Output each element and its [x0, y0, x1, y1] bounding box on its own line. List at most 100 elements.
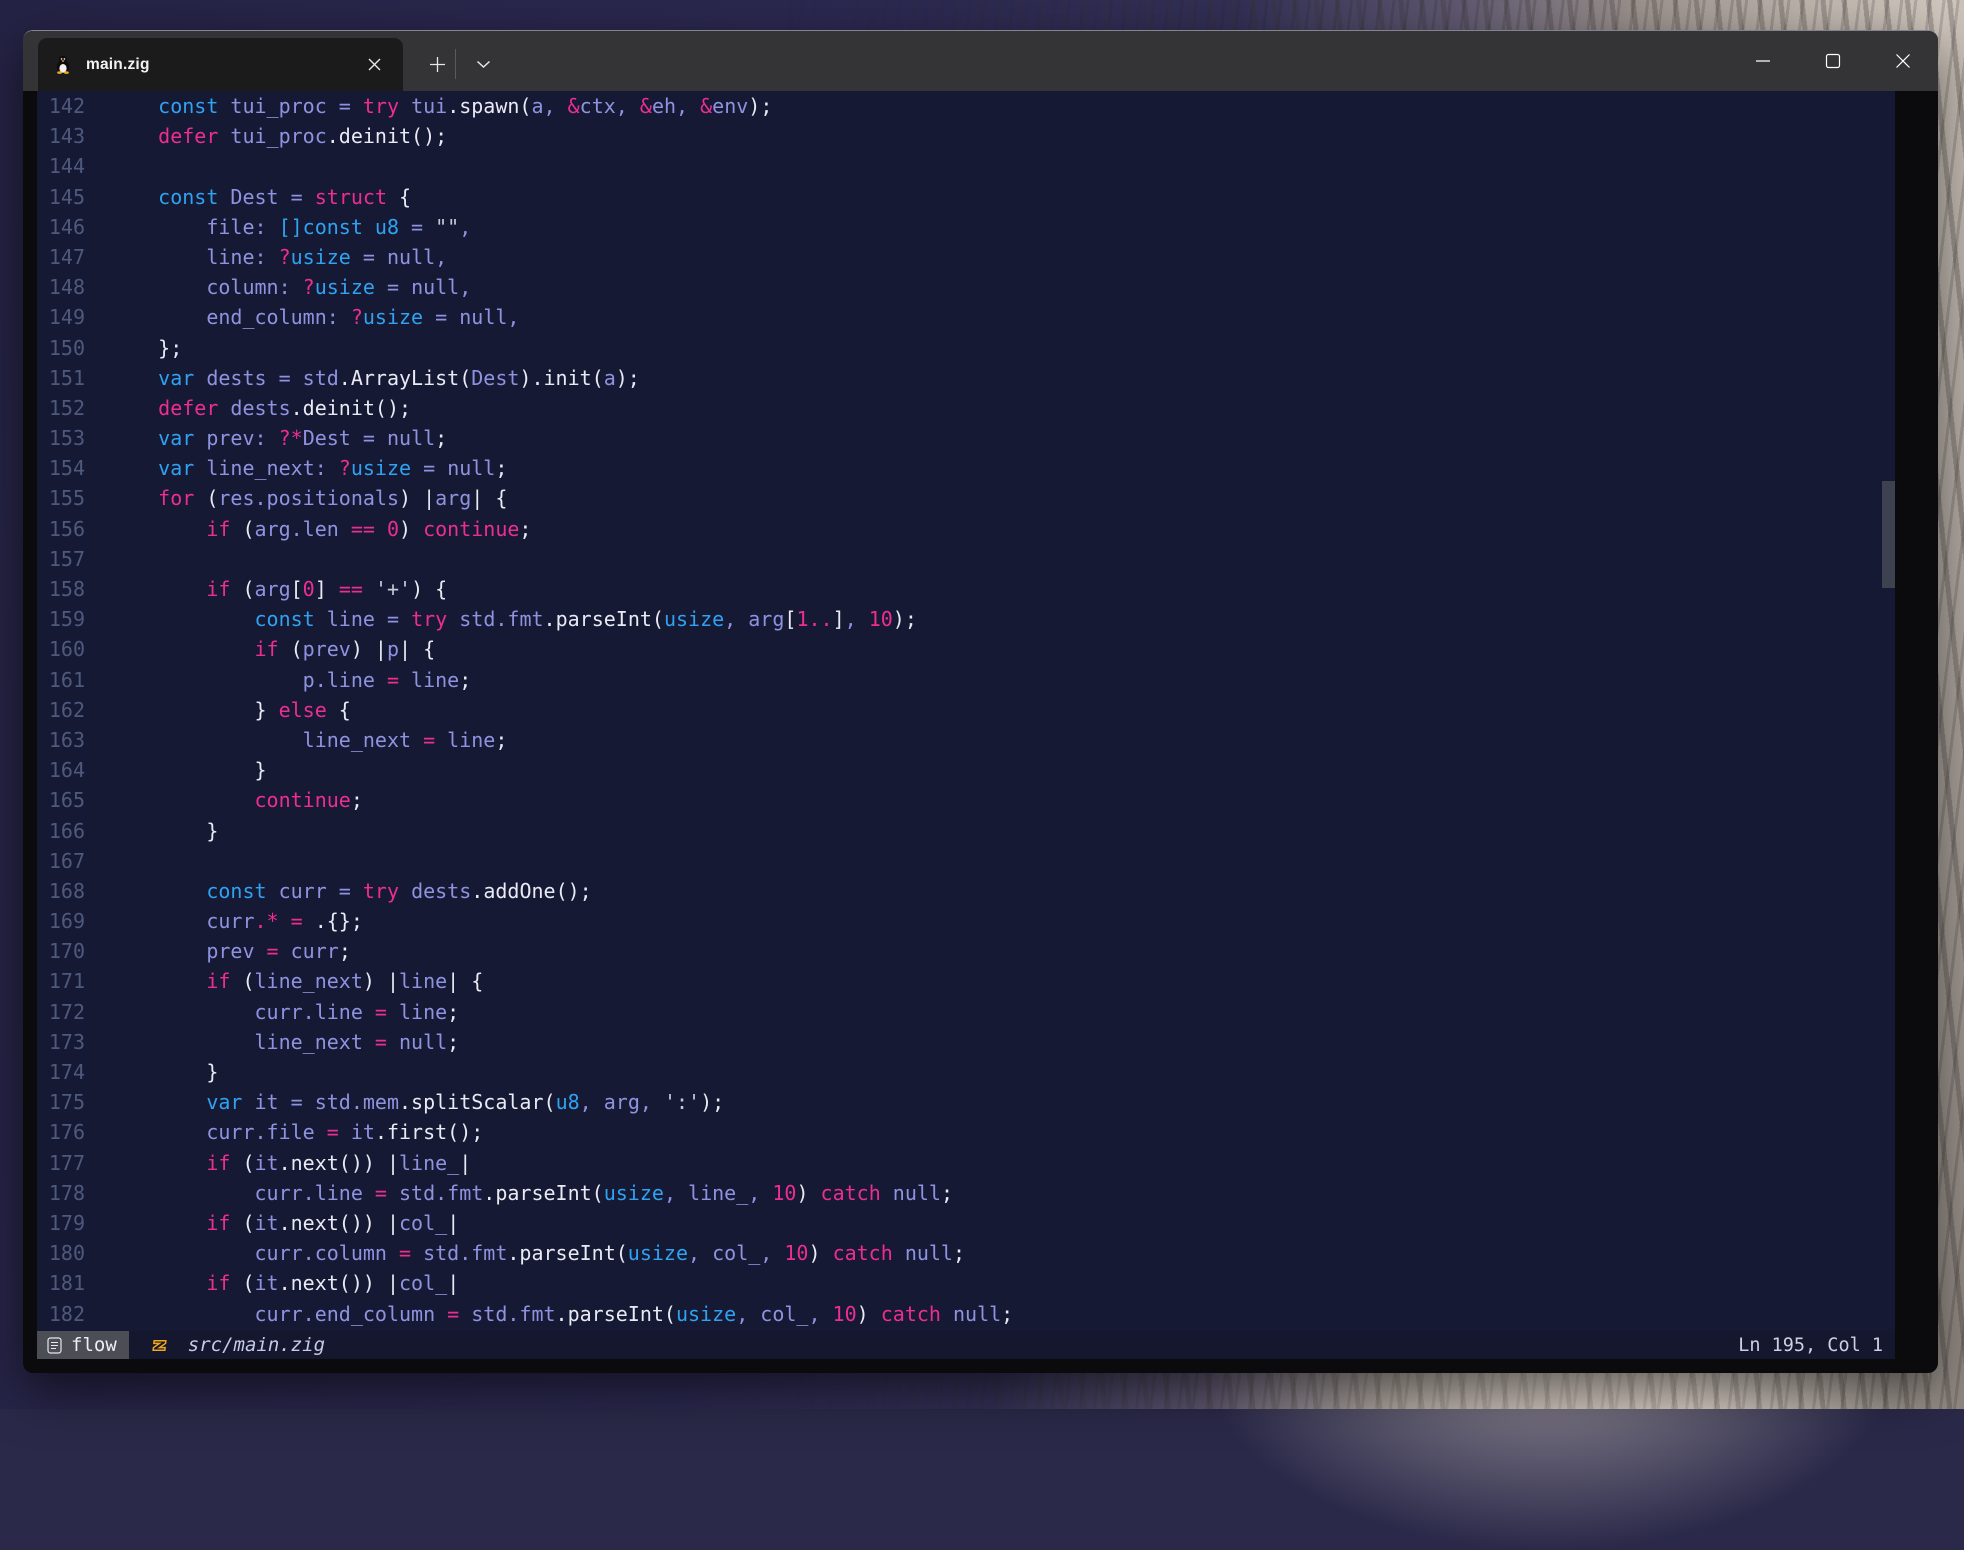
code-text: if (line_next) |line| { — [85, 966, 483, 996]
line-number: 155 — [37, 483, 85, 513]
line-number: 163 — [37, 725, 85, 755]
code-line[interactable]: 161 p.line = line; — [37, 665, 1895, 695]
code-text: if (arg[0] == '+') { — [85, 574, 447, 604]
code-line[interactable]: 181 if (it.next()) |col_| — [37, 1268, 1895, 1298]
code-line[interactable]: 162 } else { — [37, 695, 1895, 725]
line-number: 147 — [37, 242, 85, 272]
code-line[interactable]: 143 defer tui_proc.deinit(); — [37, 121, 1895, 151]
code-line[interactable]: 155 for (res.positionals) |arg| { — [37, 483, 1895, 513]
code-line[interactable]: 160 if (prev) |p| { — [37, 634, 1895, 664]
code-line[interactable]: 156 if (arg.len == 0) continue; — [37, 514, 1895, 544]
code-line[interactable]: 173 line_next = null; — [37, 1027, 1895, 1057]
code-line[interactable]: 177 if (it.next()) |line_| — [37, 1148, 1895, 1178]
line-number: 142 — [37, 91, 85, 121]
tabbar-separator — [455, 49, 456, 79]
code-line[interactable]: 165 continue; — [37, 785, 1895, 815]
code-text: } — [85, 816, 218, 846]
code-line[interactable]: 147 line: ?usize = null, — [37, 242, 1895, 272]
cursor-position: Ln 195, Col 1 — [1738, 1335, 1895, 1356]
code-line[interactable]: 146 file: []const u8 = "", — [37, 212, 1895, 242]
line-number: 174 — [37, 1057, 85, 1087]
minimize-button[interactable] — [1728, 31, 1798, 91]
code-text: file: []const u8 = "", — [85, 212, 471, 242]
code-line[interactable]: 164 } — [37, 755, 1895, 785]
tux-linux-icon — [55, 55, 71, 74]
code-line[interactable]: 168 const curr = try dests.addOne(); — [37, 876, 1895, 906]
titlebar[interactable]: main.zig — [23, 31, 1938, 91]
code-line[interactable]: 166 } — [37, 816, 1895, 846]
line-number: 149 — [37, 302, 85, 332]
code-line[interactable]: 154 var line_next: ?usize = null; — [37, 453, 1895, 483]
line-number: 168 — [37, 876, 85, 906]
line-number: 144 — [37, 151, 85, 181]
code-line[interactable]: 167 — [37, 846, 1895, 876]
tab-close-button[interactable] — [359, 50, 389, 80]
line-number: 162 — [37, 695, 85, 725]
line-number: 175 — [37, 1087, 85, 1117]
flow-mode-chip[interactable]: flow — [37, 1331, 129, 1359]
code-text: if (it.next()) |col_| — [85, 1268, 459, 1298]
code-line[interactable]: 179 if (it.next()) |col_| — [37, 1208, 1895, 1238]
code-line[interactable]: 153 var prev: ?*Dest = null; — [37, 423, 1895, 453]
code-line[interactable]: 170 prev = curr; — [37, 936, 1895, 966]
tab-title: main.zig — [86, 56, 150, 74]
code-line[interactable]: 145 const Dest = struct { — [37, 182, 1895, 212]
code-line[interactable]: 142 const tui_proc = try tui.spawn(a, &c… — [37, 91, 1895, 121]
code-line[interactable]: 148 column: ?usize = null, — [37, 272, 1895, 302]
close-window-icon — [1895, 53, 1911, 69]
line-number: 143 — [37, 121, 85, 151]
mode-label: flow — [71, 1334, 117, 1356]
code-line[interactable]: 172 curr.line = line; — [37, 997, 1895, 1027]
code-line[interactable]: 175 var it = std.mem.splitScalar(u8, arg… — [37, 1087, 1895, 1117]
code-line[interactable]: 144 — [37, 151, 1895, 181]
window-controls — [1728, 31, 1938, 91]
code-line[interactable]: 150 }; — [37, 333, 1895, 363]
code-text: }; — [85, 333, 182, 363]
close-icon — [367, 57, 382, 72]
code-line[interactable]: 151 var dests = std.ArrayList(Dest).init… — [37, 363, 1895, 393]
scrollbar-thumb[interactable] — [1882, 481, 1895, 588]
close-window-button[interactable] — [1868, 31, 1938, 91]
file-path[interactable]: src/main.zig — [188, 1334, 325, 1356]
code-line[interactable]: 171 if (line_next) |line| { — [37, 966, 1895, 996]
code-line[interactable]: 158 if (arg[0] == '+') { — [37, 574, 1895, 604]
code-text: curr.line = line; — [85, 997, 459, 1027]
code-line[interactable]: 180 curr.column = std.fmt.parseInt(usize… — [37, 1238, 1895, 1268]
code-line[interactable]: 149 end_column: ?usize = null, — [37, 302, 1895, 332]
line-number: 176 — [37, 1117, 85, 1147]
line-number: 159 — [37, 604, 85, 634]
code-line[interactable]: 182 curr.end_column = std.fmt.parseInt(u… — [37, 1299, 1895, 1329]
line-number: 146 — [37, 212, 85, 242]
line-number: 173 — [37, 1027, 85, 1057]
plus-icon — [429, 56, 446, 73]
code-line[interactable]: 169 curr.* = .{}; — [37, 906, 1895, 936]
minimize-icon — [1755, 53, 1771, 69]
code-text: defer dests.deinit(); — [85, 393, 411, 423]
code-line[interactable]: 163 line_next = line; — [37, 725, 1895, 755]
new-tab-button[interactable] — [413, 44, 461, 84]
line-number: 165 — [37, 785, 85, 815]
code-line[interactable]: 159 const line = try std.fmt.parseInt(us… — [37, 604, 1895, 634]
line-number: 145 — [37, 182, 85, 212]
line-number: 151 — [37, 363, 85, 393]
code-line[interactable]: 178 curr.line = std.fmt.parseInt(usize, … — [37, 1178, 1895, 1208]
code-text: curr.end_column = std.fmt.parseInt(usize… — [85, 1299, 1013, 1329]
code-text: var it = std.mem.splitScalar(u8, arg, ':… — [85, 1087, 724, 1117]
maximize-button[interactable] — [1798, 31, 1868, 91]
code-line[interactable]: 157 — [37, 544, 1895, 574]
tab-dropdown-button[interactable] — [459, 44, 507, 84]
line-number: 171 — [37, 966, 85, 996]
code-line[interactable]: 176 curr.file = it.first(); — [37, 1117, 1895, 1147]
code-line[interactable]: 174 } — [37, 1057, 1895, 1087]
line-number: 157 — [37, 544, 85, 574]
tab-main-zig[interactable]: main.zig — [38, 38, 403, 91]
line-number: 156 — [37, 514, 85, 544]
code-line[interactable]: 152 defer dests.deinit(); — [37, 393, 1895, 423]
code-text: var line_next: ?usize = null; — [85, 453, 507, 483]
code-text: p.line = line; — [85, 665, 471, 695]
code-text: if (arg.len == 0) continue; — [85, 514, 531, 544]
terminal-content[interactable]: 142 const tui_proc = try tui.spawn(a, &c… — [37, 91, 1895, 1359]
code-text: var dests = std.ArrayList(Dest).init(a); — [85, 363, 640, 393]
line-number: 181 — [37, 1268, 85, 1298]
code-text: defer tui_proc.deinit(); — [85, 121, 447, 151]
